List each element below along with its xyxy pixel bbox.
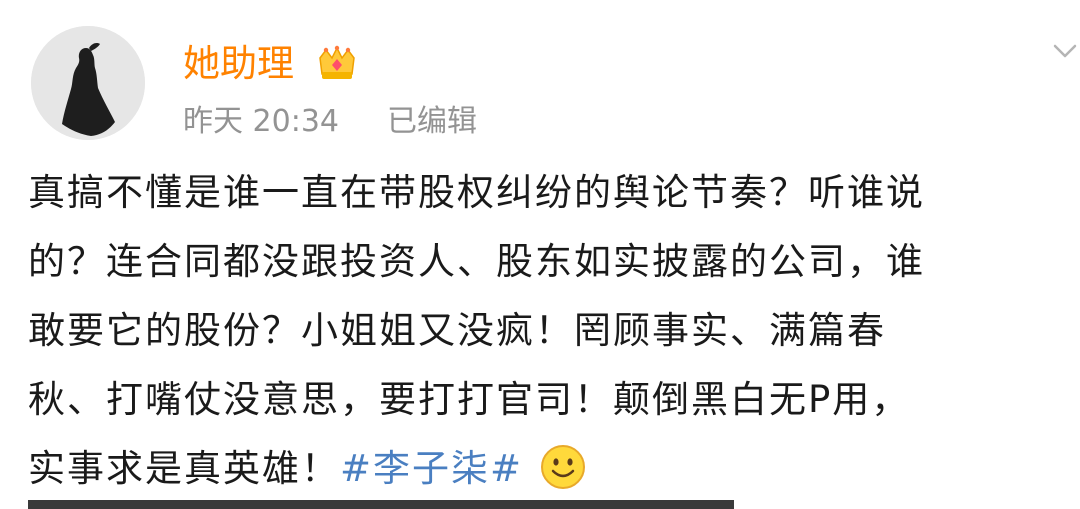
weibo-post: 她助理 昨天 20:34 已编辑 真搞不懂是谁一直在带股权纠纷的舆论节奏？听谁说… xyxy=(0,0,1080,509)
post-line-last: 实事求是真英雄！#李子柒# xyxy=(28,434,1068,503)
hashtag-link[interactable]: #李子柒# xyxy=(340,447,523,490)
avatar[interactable] xyxy=(31,26,145,140)
smile-emoji-icon xyxy=(541,444,586,489)
post-image[interactable] xyxy=(28,500,734,509)
post-timestamp: 昨天 20:34 xyxy=(183,104,339,139)
post-line: 敢要它的股份？小姐姐又没疯！罔顾事实、满篇春 xyxy=(28,309,886,352)
vip-crown-icon[interactable] xyxy=(316,44,358,84)
post-line: 真搞不懂是谁一直在带股权纠纷的舆论节奏？听谁说 xyxy=(28,171,925,214)
post-line: 的？连合同都没跟投资人、股东如实披露的公司，谁 xyxy=(28,240,925,283)
chevron-down-icon[interactable] xyxy=(1050,38,1080,72)
edited-label[interactable]: 已编辑 xyxy=(387,100,477,144)
post-body: 真搞不懂是谁一直在带股权纠纷的舆论节奏？听谁说 的？连合同都没跟投资人、股东如实… xyxy=(28,158,1068,503)
author-name[interactable]: 她助理 xyxy=(183,40,294,88)
avatar-silhouette-icon xyxy=(31,26,145,140)
post-line: 秋、打嘴仗没意思，要打打官司！颠倒黑白无P用， xyxy=(28,378,911,421)
post-line-text: 实事求是真英雄！ xyxy=(28,447,340,490)
